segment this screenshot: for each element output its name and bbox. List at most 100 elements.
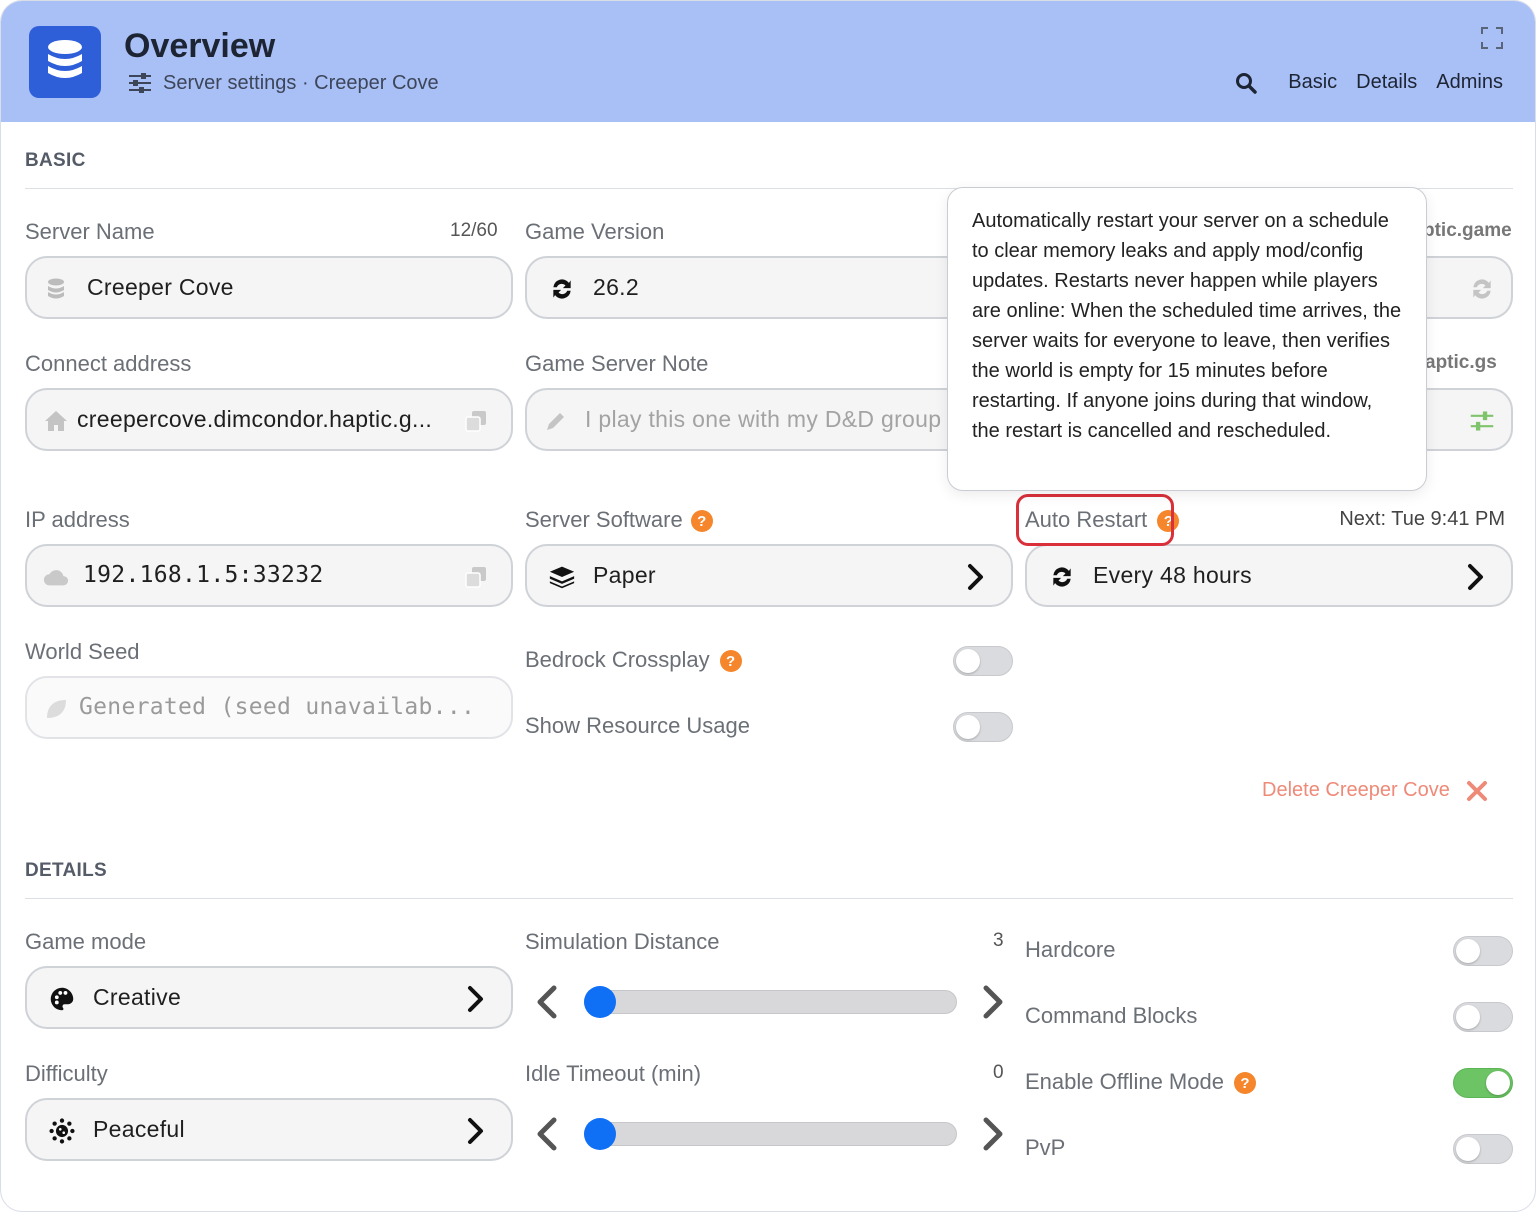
nav-admins[interactable]: Admins xyxy=(1436,71,1503,94)
ip-address-field[interactable]: 192.168.1.5:33232 xyxy=(25,544,513,607)
game-server-note-field[interactable]: I play this one with my D&D group xyxy=(525,388,955,451)
top-nav: Basic Details Admins xyxy=(1235,71,1503,94)
help-icon[interactable]: ? xyxy=(1233,1072,1256,1095)
copy-icon[interactable] xyxy=(463,564,489,590)
chevron-right-icon xyxy=(463,986,489,1012)
chevron-left-icon[interactable] xyxy=(534,985,560,1019)
game-version-label: Game Version xyxy=(525,219,665,244)
game-mode-select[interactable]: Creative xyxy=(25,966,513,1029)
auto-restart-select[interactable]: Every 48 hours xyxy=(1025,544,1513,607)
game-server-note-placeholder: I play this one with my D&D group xyxy=(585,406,942,432)
auto-restart-value: Every 48 hours xyxy=(1093,562,1252,588)
cloud-icon xyxy=(43,564,69,590)
section-basic-title: BASIC xyxy=(25,150,86,171)
simulation-distance-slider[interactable] xyxy=(584,990,957,1014)
settings-window: Overview Server settings · Creeper Cove … xyxy=(0,0,1536,1212)
sliders-icon[interactable] xyxy=(1469,408,1495,434)
database-icon xyxy=(29,26,101,98)
command-blocks-label: Command Blocks xyxy=(1025,1003,1198,1028)
nav-details[interactable]: Details xyxy=(1356,71,1417,94)
server-software-label: Server Software? xyxy=(525,507,713,533)
game-mode-value: Creative xyxy=(93,984,182,1010)
auto-restart-highlight xyxy=(1016,494,1174,546)
sliders-icon xyxy=(129,73,151,93)
game-mode-label: Game mode xyxy=(25,929,147,954)
virus-icon xyxy=(49,1118,75,1144)
pvp-label: PvP xyxy=(1025,1135,1066,1160)
game-server-note-label: Game Server Note xyxy=(525,351,709,376)
offline-mode-label-text: Enable Offline Mode xyxy=(1025,1069,1224,1094)
server-name-value: Creeper Cove xyxy=(87,274,234,300)
search-icon[interactable] xyxy=(1235,72,1257,94)
chevron-right-icon[interactable] xyxy=(980,985,1006,1019)
show-resource-usage-toggle[interactable] xyxy=(953,712,1013,742)
world-seed-label: World Seed xyxy=(25,639,140,664)
auto-restart-tooltip: Automatically restart your server on a s… xyxy=(947,187,1427,491)
hardcore-toggle[interactable] xyxy=(1453,936,1513,966)
section-details-title: DETAILS xyxy=(25,860,107,881)
refresh-icon xyxy=(1049,564,1075,590)
header: Overview Server settings · Creeper Cove … xyxy=(1,1,1535,122)
difficulty-label: Difficulty xyxy=(25,1061,108,1086)
connect-address-label: Connect address xyxy=(25,351,192,376)
bedrock-crossplay-toggle[interactable] xyxy=(953,646,1013,676)
nav-basic[interactable]: Basic xyxy=(1288,71,1337,94)
divider xyxy=(25,898,1513,899)
copy-icon[interactable] xyxy=(463,408,489,434)
offline-mode-toggle[interactable] xyxy=(1453,1068,1513,1098)
game-version-value: 26.2 xyxy=(593,274,639,300)
delete-server-label: Delete Creeper Cove xyxy=(1262,779,1450,801)
home-icon xyxy=(43,408,69,434)
ip-address-value: 192.168.1.5:33232 xyxy=(83,562,324,588)
chevron-right-icon xyxy=(1463,564,1489,590)
server-name-field[interactable]: Creeper Cove xyxy=(25,256,513,319)
expand-icon[interactable] xyxy=(1481,27,1503,49)
palette-icon xyxy=(49,986,75,1012)
pvp-toggle[interactable] xyxy=(1453,1134,1513,1164)
game-version-field[interactable]: 26.2 xyxy=(525,256,955,319)
breadcrumb-text: Server settings · Creeper Cove xyxy=(163,71,439,94)
refresh-icon xyxy=(549,276,575,302)
delete-server-button[interactable]: Delete Creeper Cove xyxy=(1262,779,1488,802)
refresh-icon xyxy=(1469,276,1495,302)
command-blocks-toggle[interactable] xyxy=(1453,1002,1513,1032)
page-title: Overview xyxy=(124,27,276,65)
layers-icon xyxy=(549,564,575,590)
simulation-distance-value: 3 xyxy=(993,930,1004,951)
help-icon[interactable]: ? xyxy=(690,510,713,533)
offline-mode-label: Enable Offline Mode? xyxy=(1025,1069,1256,1095)
difficulty-value: Peaceful xyxy=(93,1116,185,1142)
chevron-right-icon[interactable] xyxy=(980,1117,1006,1151)
partial-domain-text: ptic.game xyxy=(1423,220,1512,241)
idle-timeout-value: 0 xyxy=(993,1062,1004,1083)
char-count: 12/60 xyxy=(450,220,498,241)
bedrock-crossplay-label: Bedrock Crossplay? xyxy=(525,647,742,673)
idle-timeout-label: Idle Timeout (min) xyxy=(525,1061,702,1086)
world-seed-placeholder: Generated (seed unavailab... xyxy=(79,694,476,720)
leaf-icon xyxy=(43,696,69,722)
idle-timeout-slider[interactable] xyxy=(584,1122,957,1146)
partial-domain-text: aptic.gs xyxy=(1425,352,1497,373)
server-software-select[interactable]: Paper xyxy=(525,544,1013,607)
server-name-label: Server Name xyxy=(25,219,155,244)
chevron-right-icon xyxy=(463,1118,489,1144)
idle-timeout-thumb[interactable] xyxy=(584,1118,616,1150)
close-icon xyxy=(1466,780,1487,801)
simulation-distance-label: Simulation Distance xyxy=(525,929,720,954)
database-icon xyxy=(43,276,69,302)
world-seed-field[interactable]: Generated (seed unavailab... xyxy=(25,676,513,739)
chevron-left-icon[interactable] xyxy=(534,1117,560,1151)
pencil-icon xyxy=(543,408,569,434)
hardcore-label: Hardcore xyxy=(1025,937,1116,962)
help-icon[interactable]: ? xyxy=(719,650,742,673)
next-restart-time: Next: Tue 9:41 PM xyxy=(1339,508,1505,530)
server-software-label-text: Server Software xyxy=(525,507,683,532)
bedrock-crossplay-label-text: Bedrock Crossplay xyxy=(525,647,710,672)
ip-address-label: IP address xyxy=(25,507,130,532)
difficulty-select[interactable]: Peaceful xyxy=(25,1098,513,1161)
chevron-right-icon xyxy=(963,564,989,590)
simulation-distance-thumb[interactable] xyxy=(584,986,616,1018)
breadcrumb: Server settings · Creeper Cove xyxy=(127,71,439,95)
connect-address-field[interactable]: creepercove.dimcondor.haptic.g... xyxy=(25,388,513,451)
connect-address-value: creepercove.dimcondor.haptic.g... xyxy=(77,406,433,432)
